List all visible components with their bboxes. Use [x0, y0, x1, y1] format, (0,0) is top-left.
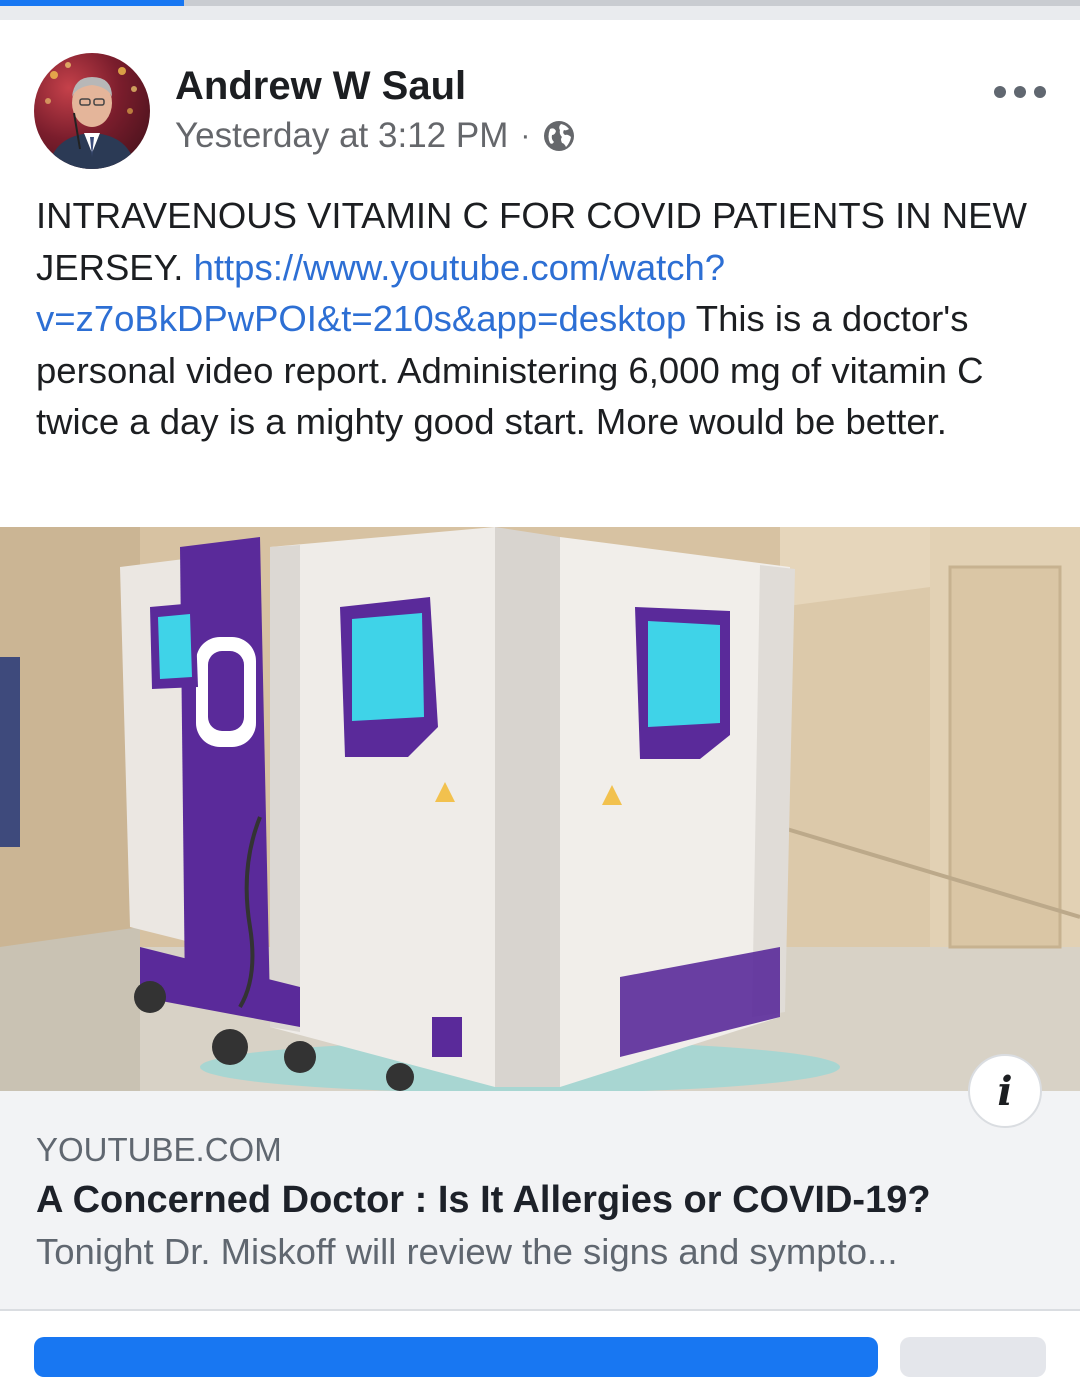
- post-timestamp[interactable]: Yesterday at 3:12 PM: [175, 116, 508, 156]
- link-preview-image[interactable]: [0, 527, 1080, 1091]
- primary-action-button[interactable]: [34, 1337, 878, 1377]
- link-title[interactable]: A Concerned Doctor : Is It Allergies or …: [36, 1179, 931, 1222]
- feed-separator: [0, 6, 1080, 20]
- post-message: INTRAVENOUS VITAMIN C FOR COVID PATIENTS…: [36, 190, 1046, 448]
- more-horizontal-icon: [1034, 86, 1046, 98]
- avatar[interactable]: [34, 53, 150, 169]
- author-name[interactable]: Andrew W Saul: [175, 64, 466, 109]
- more-horizontal-icon: [1014, 86, 1026, 98]
- link-description: Tonight Dr. Miskoff will review the sign…: [36, 1231, 898, 1272]
- bottom-actions: [0, 1311, 1080, 1377]
- globe-icon[interactable]: [542, 119, 576, 153]
- more-horizontal-icon: [994, 86, 1006, 98]
- uv-disinfection-robot-photo: [0, 527, 1080, 1091]
- secondary-action-button[interactable]: [900, 1337, 1046, 1377]
- info-icon[interactable]: i: [968, 1054, 1042, 1128]
- post-header: Andrew W Saul Yesterday at 3:12 PM ·: [0, 20, 1080, 180]
- avatar-image: [45, 62, 137, 169]
- meta-separator: ·: [520, 119, 531, 152]
- more-options-button[interactable]: [994, 80, 1046, 104]
- link-preview-card[interactable]: YOUTUBE.COM A Concerned Doctor : Is It A…: [0, 1091, 1080, 1311]
- post-meta: Yesterday at 3:12 PM ·: [175, 116, 576, 156]
- link-domain: YOUTUBE.COM: [36, 1131, 282, 1168]
